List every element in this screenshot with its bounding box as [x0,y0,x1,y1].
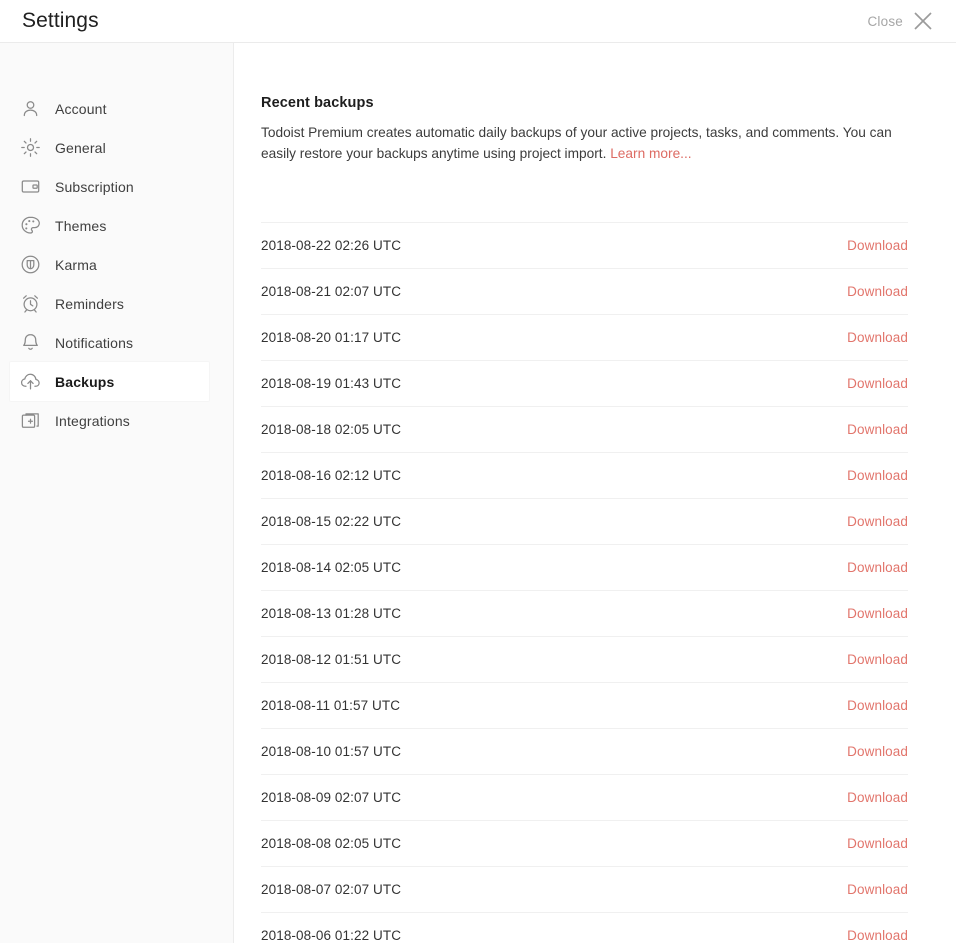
page-title: Settings [22,10,99,33]
download-link[interactable]: Download [847,652,908,667]
sidebar-item-label: Subscription [55,179,134,195]
download-link[interactable]: Download [847,744,908,759]
backup-row: 2018-08-20 01:17 UTC Download [261,315,908,361]
settings-window: Settings Close Account General Subscriptio… [0,0,956,943]
download-link[interactable]: Download [847,376,908,391]
download-link[interactable]: Download [847,514,908,529]
sidebar-item-label: Karma [55,257,97,273]
backup-timestamp: 2018-08-20 01:17 UTC [261,330,401,345]
sidebar-item-integrations[interactable]: Integrations [10,401,209,440]
backup-timestamp: 2018-08-19 01:43 UTC [261,376,401,391]
person-icon [20,98,41,119]
sidebar-nav-list: Account General Subscription Themes Karma Rem… [0,89,233,440]
bell-icon [20,332,41,353]
sidebar-item-label: Reminders [55,296,124,312]
wallet-icon [20,176,41,197]
sidebar-item-themes[interactable]: Themes [10,206,209,245]
backup-row: 2018-08-18 02:05 UTC Download [261,407,908,453]
backup-timestamp: 2018-08-13 01:28 UTC [261,606,401,621]
backup-row: 2018-08-19 01:43 UTC Download [261,361,908,407]
backup-timestamp: 2018-08-22 02:26 UTC [261,238,401,253]
backup-timestamp: 2018-08-09 02:07 UTC [261,790,401,805]
section-heading: Recent backups [261,95,908,111]
backup-timestamp: 2018-08-21 02:07 UTC [261,284,401,299]
download-link[interactable]: Download [847,606,908,621]
backup-row: 2018-08-13 01:28 UTC Download [261,591,908,637]
download-link[interactable]: Download [847,560,908,575]
close-button-label: Close [867,14,903,29]
sidebar-item-subscription[interactable]: Subscription [10,167,209,206]
backup-timestamp: 2018-08-14 02:05 UTC [261,560,401,575]
add-square-icon [20,410,41,431]
sidebar-item-account[interactable]: Account [10,89,209,128]
backup-timestamp: 2018-08-11 01:57 UTC [261,698,400,713]
sidebar-item-label: Backups [55,374,114,390]
download-link[interactable]: Download [847,882,908,897]
backup-timestamp: 2018-08-06 01:22 UTC [261,928,401,943]
sidebar-item-label: Account [55,101,107,117]
cloud-upload-icon [20,371,41,392]
sidebar-item-label: Integrations [55,413,130,429]
sidebar-item-reminders[interactable]: Reminders [10,284,209,323]
backup-row: 2018-08-07 02:07 UTC Download [261,867,908,913]
section-description: Todoist Premium creates automatic daily … [261,123,901,164]
backup-timestamp: 2018-08-15 02:22 UTC [261,514,401,529]
download-link[interactable]: Download [847,330,908,345]
backup-timestamp: 2018-08-18 02:05 UTC [261,422,401,437]
karma-badge-icon [20,254,41,275]
sidebar-item-label: Notifications [55,335,133,351]
learn-more-link[interactable]: Learn more... [610,146,691,161]
backup-row: 2018-08-21 02:07 UTC Download [261,269,908,315]
close-x-icon [912,10,934,32]
backup-row: 2018-08-15 02:22 UTC Download [261,499,908,545]
settings-content: Recent backups Todoist Premium creates a… [234,43,956,943]
download-link[interactable]: Download [847,284,908,299]
download-link[interactable]: Download [847,238,908,253]
sidebar-item-general[interactable]: General [10,128,209,167]
backup-row: 2018-08-08 02:05 UTC Download [261,821,908,867]
sidebar-item-backups[interactable]: Backups [10,362,209,401]
close-button[interactable]: Close [867,10,934,32]
backup-timestamp: 2018-08-16 02:12 UTC [261,468,401,483]
backup-row: 2018-08-12 01:51 UTC Download [261,637,908,683]
gear-icon [20,137,41,158]
backup-row: 2018-08-09 02:07 UTC Download [261,775,908,821]
download-link[interactable]: Download [847,468,908,483]
backup-timestamp: 2018-08-12 01:51 UTC [261,652,401,667]
download-link[interactable]: Download [847,836,908,851]
sidebar-item-label: General [55,140,106,156]
backup-timestamp: 2018-08-10 01:57 UTC [261,744,401,759]
alarm-clock-icon [20,293,41,314]
window-body: Account General Subscription Themes Karma Rem… [0,43,956,943]
backup-row: 2018-08-16 02:12 UTC Download [261,453,908,499]
sidebar-item-label: Themes [55,218,106,234]
download-link[interactable]: Download [847,698,908,713]
backup-timestamp: 2018-08-08 02:05 UTC [261,836,401,851]
settings-sidebar: Account General Subscription Themes Karma Rem… [0,43,234,943]
download-link[interactable]: Download [847,422,908,437]
download-link[interactable]: Download [847,928,908,943]
section-description-text: Todoist Premium creates automatic daily … [261,125,892,161]
backup-row: 2018-08-22 02:26 UTC Download [261,223,908,269]
backup-row: 2018-08-11 01:57 UTC Download [261,683,908,729]
backup-row: 2018-08-06 01:22 UTC Download [261,913,908,943]
window-titlebar: Settings Close [0,0,956,43]
backup-row: 2018-08-14 02:05 UTC Download [261,545,908,591]
backup-timestamp: 2018-08-07 02:07 UTC [261,882,401,897]
backup-row: 2018-08-10 01:57 UTC Download [261,729,908,775]
backup-list: 2018-08-22 02:26 UTCDownload2018-08-21 0… [261,222,908,943]
download-link[interactable]: Download [847,790,908,805]
palette-icon [20,215,41,236]
sidebar-item-notifications[interactable]: Notifications [10,323,209,362]
sidebar-item-karma[interactable]: Karma [10,245,209,284]
